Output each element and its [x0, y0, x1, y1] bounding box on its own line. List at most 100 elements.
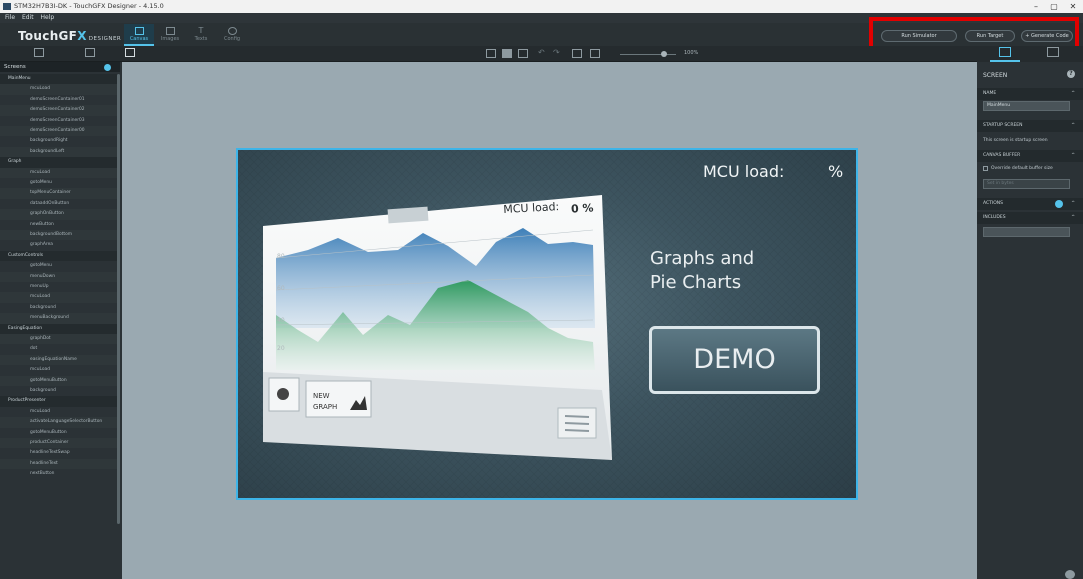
lock-icon[interactable]	[486, 49, 496, 58]
fit-screen-icon[interactable]	[572, 49, 582, 58]
interactions-tab-icon[interactable]	[1047, 47, 1059, 57]
tree-widget-item[interactable]: topMenuContainer	[0, 188, 118, 199]
tree-widget-item[interactable]: background	[0, 303, 118, 313]
scroll-down-icon[interactable]	[1065, 570, 1075, 579]
app-icon	[3, 3, 11, 10]
menu-file[interactable]: File	[5, 14, 15, 21]
svg-text:20: 20	[277, 345, 285, 352]
tree-screen-item[interactable]: MainMenu	[0, 74, 118, 85]
actions-section-header[interactable]: ACTIONS ^	[977, 198, 1083, 210]
zoom-slider-track[interactable]	[620, 54, 676, 55]
title-bar: STM32H7B3I-DK - TouchGFX Designer - 4.15…	[0, 0, 1083, 13]
tree-widget-item[interactable]: easingEquationName	[0, 354, 118, 366]
includes-section-header[interactable]: INCLUDES ^	[977, 212, 1083, 224]
tree-widget-item[interactable]: backgroundLeft	[0, 146, 118, 158]
window-title: STM32H7B3I-DK - TouchGFX Designer - 4.15…	[14, 2, 164, 10]
menu-edit[interactable]: Edit	[22, 14, 34, 21]
chevron-up-icon: ^	[1071, 153, 1075, 158]
tab-texts[interactable]: T Texts	[186, 24, 216, 46]
new-graph-label-2: GRAPH	[313, 403, 337, 411]
tree-widget-item[interactable]: background	[0, 386, 118, 396]
tree-screen-item[interactable]: EasingEquation	[0, 323, 118, 334]
buffer-size-input[interactable]: Set in bytes	[983, 179, 1070, 189]
redo-icon[interactable]: ↷	[553, 49, 563, 58]
properties-title: SCREEN	[983, 72, 1008, 79]
tree-widget-item[interactable]: gotoMenuButton	[0, 428, 118, 438]
tree-widget-item[interactable]: graphDot	[0, 334, 118, 345]
layer-back-icon[interactable]	[518, 49, 528, 58]
chevron-up-icon: ^	[1071, 201, 1075, 206]
tree-widget-item[interactable]: menuUp	[0, 282, 118, 292]
chevron-up-icon: ^	[1071, 123, 1075, 128]
zoom-actual-icon[interactable]	[590, 49, 600, 58]
tree-widget-item[interactable]: mcuLoad	[0, 167, 118, 178]
chevron-up-icon: ^	[1071, 91, 1075, 96]
tree-screen-item[interactable]: CustomControls	[0, 250, 118, 262]
tree-widget-item[interactable]: menuDown	[0, 271, 118, 282]
add-screen-icon[interactable]	[104, 64, 111, 71]
add-action-icon[interactable]	[1055, 200, 1063, 208]
layers-view-icon[interactable]	[85, 48, 95, 57]
screen-name-field[interactable]: MainMenu	[983, 101, 1070, 111]
images-icon	[165, 27, 175, 35]
tab-canvas[interactable]: Canvas	[124, 24, 154, 46]
svg-text:80: 80	[277, 253, 285, 260]
tree-widget-item[interactable]: backgroundRight	[0, 136, 118, 146]
tree-widget-item[interactable]: gotoMenu	[0, 178, 118, 188]
screens-scrollbar[interactable]	[117, 74, 120, 524]
tree-widget-item[interactable]: newButton	[0, 220, 118, 230]
config-icon	[227, 27, 237, 35]
tree-widget-item[interactable]: mcuLoad	[0, 84, 118, 95]
layer-front-icon[interactable]	[502, 49, 512, 58]
tab-config[interactable]: Config	[217, 24, 247, 46]
tree-screen-item[interactable]: ProductPresenter	[0, 396, 118, 407]
help-icon[interactable]: ?	[1067, 70, 1075, 78]
properties-tab-icon[interactable]	[999, 47, 1011, 57]
tree-widget-item[interactable]: mcuLoad	[0, 407, 118, 417]
app-logo: TouchGFX DESIGNER	[18, 29, 122, 43]
tree-widget-item[interactable]: demoScreenContainer01	[0, 95, 118, 105]
tree-widget-item[interactable]: demoScreenContainer03	[0, 116, 118, 126]
tree-widget-item[interactable]: dataaddOnButton	[0, 199, 118, 209]
demo-button[interactable]: DEMO	[649, 326, 820, 394]
tree-screen-item[interactable]: Graph	[0, 157, 118, 168]
tree-widget-item[interactable]: dot	[0, 344, 118, 354]
mcu-load-small-value: 0 %	[570, 201, 594, 216]
tree-widget-item[interactable]: headlineText	[0, 458, 118, 470]
tree-widget-item[interactable]: activateLanguageSelectorButton	[0, 417, 118, 428]
mcu-load-label: MCU load:	[703, 162, 785, 181]
screen-preview[interactable]: 80 60 40 20 NEW GRAPH MCU load: % MCU lo…	[236, 148, 858, 500]
zoom-slider-handle[interactable]	[661, 51, 667, 57]
texts-icon: T	[198, 26, 204, 35]
close-icon[interactable]: ✕	[1064, 0, 1082, 13]
svg-text:60: 60	[277, 285, 285, 292]
tree-widget-item[interactable]: menuBackground	[0, 313, 118, 324]
tree-widget-item[interactable]: backgroundBottom	[0, 230, 118, 241]
startup-section-header[interactable]: STARTUP SCREEN ^	[977, 120, 1083, 132]
override-buffer-checkbox[interactable]	[983, 166, 988, 171]
startup-text: This screen is startup screen	[983, 138, 1048, 143]
minimize-icon[interactable]: –	[1027, 0, 1045, 13]
tree-widget-item[interactable]: gotoMenuButton	[0, 375, 118, 386]
maximize-icon[interactable]: ▢	[1045, 0, 1063, 13]
tree-widget-item[interactable]: graphOnButton	[0, 209, 118, 220]
includes-field[interactable]	[983, 227, 1070, 237]
undo-icon[interactable]: ↶	[538, 49, 548, 58]
tree-widget-item[interactable]: headlineTextSwap	[0, 448, 118, 458]
menu-help[interactable]: Help	[41, 14, 55, 21]
tab-images[interactable]: Images	[155, 24, 185, 46]
tree-widget-item[interactable]: mcuLoad	[0, 292, 118, 303]
tree-widget-item[interactable]: gotoMenu	[0, 261, 118, 271]
name-section-header[interactable]: NAME ^	[977, 88, 1083, 100]
tree-widget-item[interactable]: graphArea	[0, 240, 118, 250]
pie-icon	[277, 388, 289, 400]
tree-widget-item[interactable]: nextButton	[0, 469, 118, 479]
tree-widget-item[interactable]: demoScreenContainer02	[0, 105, 118, 116]
mcu-load-unit: %	[828, 162, 844, 181]
preview-icon[interactable]	[125, 48, 135, 57]
tree-widget-item[interactable]: productContainer	[0, 438, 118, 449]
tree-widget-item[interactable]: demoScreenContainer00	[0, 126, 118, 137]
tree-widget-item[interactable]: mcuLoad	[0, 365, 118, 375]
canvas-buffer-section-header[interactable]: CANVAS BUFFER ^	[977, 150, 1083, 162]
screens-view-icon[interactable]	[34, 48, 44, 57]
